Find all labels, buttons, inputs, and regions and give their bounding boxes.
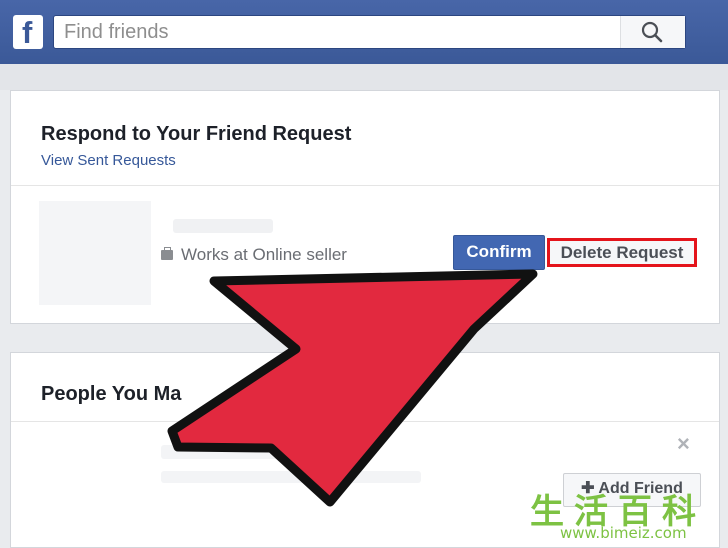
watermark-char: 生 bbox=[530, 492, 564, 532]
annotation-arrow-icon bbox=[167, 269, 538, 507]
watermark: 生 活 百 科 www.bimeiz.com bbox=[524, 484, 728, 546]
watermark-url: www.bimeiz.com bbox=[560, 524, 687, 542]
